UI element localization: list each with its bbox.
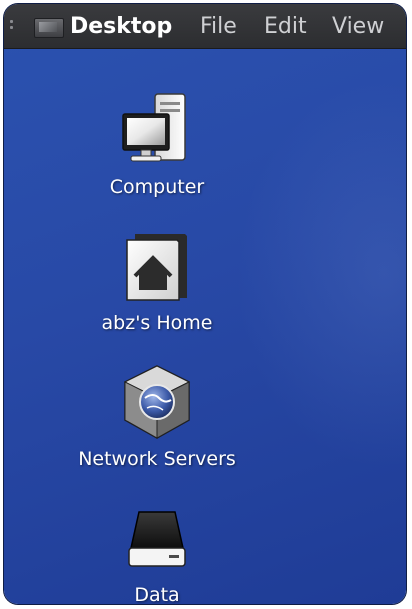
desktop-icon-label: abz's Home [101,312,213,334]
menu-title-desktop[interactable]: Desktop [70,14,172,39]
desktop-icon-label: Data [134,584,180,604]
menu-view[interactable]: View [332,14,384,39]
desktop-icon-computer[interactable]: Computer [67,90,247,198]
desktop-icon-label: Network Servers [78,448,236,470]
network-servers-icon [117,362,197,442]
computer-icon [117,90,197,170]
desktop-icon-data[interactable]: Data [67,498,247,604]
desktop-icon-home[interactable]: abz's Home [67,226,247,334]
menu-edit[interactable]: Edit [264,14,307,39]
menu-file[interactable]: File [200,14,237,39]
desktop-icon-label: Computer [109,176,205,198]
menu-grip-handle[interactable] [10,20,16,32]
home-folder-icon [117,226,197,306]
drive-icon [117,498,197,578]
desktop-window: Desktop File Edit View Computer abz's Ho… [4,4,406,604]
desktop-app-icon [34,18,64,38]
menu-bar: Desktop File Edit View [4,4,406,49]
desktop-icon-network-servers[interactable]: Network Servers [67,362,247,470]
